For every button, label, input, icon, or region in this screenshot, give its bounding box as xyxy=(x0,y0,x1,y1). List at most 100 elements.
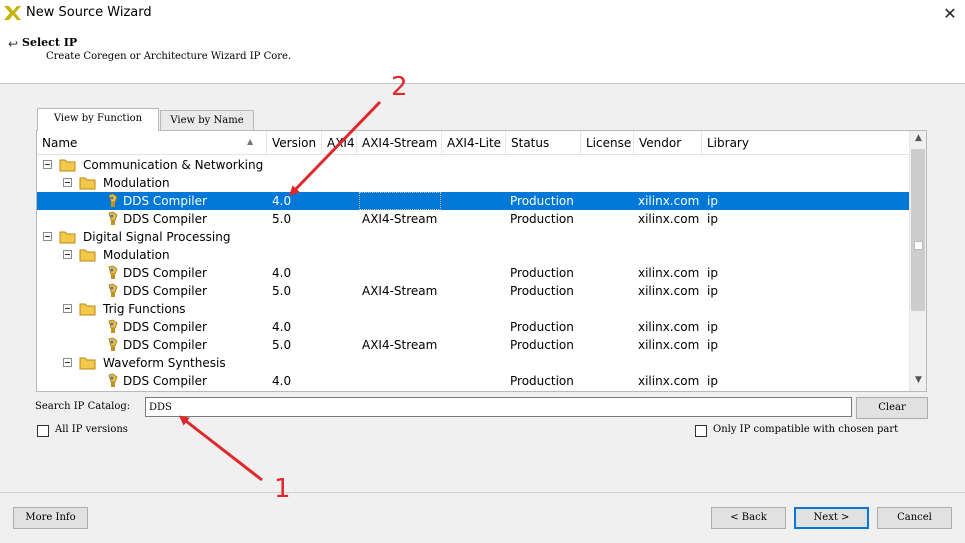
column-header-status[interactable]: Status xyxy=(506,131,581,155)
column-header-vendor[interactable]: Vendor xyxy=(634,131,702,155)
tree-folder-row[interactable]: Digital Signal Processing xyxy=(37,228,909,246)
table-row[interactable]: DDS Compiler 4.0 Production xilinx.com ip xyxy=(37,318,909,336)
table-row[interactable]: DDS Compiler 5.0 AXI4-Stream Production xili… xyxy=(37,210,909,228)
table-row[interactable]: DDS Compiler 5.0 AXI4-Stream Production xili… xyxy=(37,282,909,300)
table-row[interactable]: DDS Compiler 4.0 Production xilinx.com ip xyxy=(37,264,909,282)
cell-version: 4.0 xyxy=(272,374,292,388)
folder-icon xyxy=(79,248,96,262)
cell-name: DDS Compiler xyxy=(123,338,207,352)
table-row[interactable]: DDS Compiler 4.0 Production xilinx.com ip xyxy=(37,192,909,210)
cell-vendor: xilinx.com xyxy=(638,212,700,226)
cell-status: Production xyxy=(510,266,574,280)
cell-name: Waveform Synthesis xyxy=(103,356,226,370)
cancel-button[interactable]: Cancel xyxy=(877,507,952,529)
cell-library: ip xyxy=(707,338,718,352)
column-header-axi4-stream[interactable]: AXI4-Stream xyxy=(357,131,442,155)
tab-view-by-name[interactable]: View by Name xyxy=(160,110,254,130)
table-row[interactable]: DDS Compiler 5.0 AXI4-Stream Production xili… xyxy=(37,336,909,354)
cell-name: DDS Compiler xyxy=(123,374,207,388)
folder-icon xyxy=(79,176,96,190)
annotation-arrow-1 xyxy=(178,415,263,482)
scroll-up-icon[interactable]: ▲ xyxy=(910,133,927,147)
ip-core-icon xyxy=(105,265,121,281)
table-row[interactable]: DDS Compiler 4.0 Production xilinx.com ip xyxy=(37,372,909,390)
cell-status: Production xyxy=(510,320,574,334)
tab-view-by-function[interactable]: View by Function xyxy=(37,108,159,131)
collapse-toggle-icon[interactable] xyxy=(63,178,72,187)
all-ip-versions-checkbox[interactable] xyxy=(37,425,49,437)
cell-library: ip xyxy=(707,266,718,280)
sort-arrow-icon: ▲ xyxy=(247,137,254,146)
wizard-footer: More Info < Back Next > Cancel xyxy=(0,492,965,543)
back-button[interactable]: < Back xyxy=(711,507,786,529)
cell-name: DDS Compiler xyxy=(123,194,207,208)
column-header-library[interactable]: Library xyxy=(702,131,909,155)
cell-version: 5.0 xyxy=(272,284,292,298)
cell-name: DDS Compiler xyxy=(123,266,207,280)
cell-status: Production xyxy=(510,194,574,208)
ip-core-icon xyxy=(105,337,121,353)
cell-name: Digital Signal Processing xyxy=(83,230,231,244)
tree-folder-row[interactable]: Modulation xyxy=(37,174,909,192)
cell-vendor: xilinx.com xyxy=(638,320,700,334)
cell-library: ip xyxy=(707,374,718,388)
cell-name: Modulation xyxy=(103,176,170,190)
page-title: Select IP xyxy=(22,36,78,49)
column-header-license[interactable]: License xyxy=(581,131,634,155)
cell-version: 4.0 xyxy=(272,266,292,280)
column-header-version[interactable]: Version xyxy=(267,131,322,155)
column-header-axi4-lite[interactable]: AXI4-Lite xyxy=(442,131,506,155)
collapse-toggle-icon[interactable] xyxy=(63,304,72,313)
focus-cell-outline xyxy=(359,192,441,210)
cell-version: 5.0 xyxy=(272,338,292,352)
collapse-toggle-icon[interactable] xyxy=(43,160,52,169)
cell-name: DDS Compiler xyxy=(123,320,207,334)
column-header-name[interactable]: Name xyxy=(37,131,267,155)
collapse-toggle-icon[interactable] xyxy=(63,358,72,367)
cell-vendor: xilinx.com xyxy=(638,374,700,388)
ip-core-icon xyxy=(105,211,121,227)
tree-folder-row[interactable]: Waveform Synthesis xyxy=(37,354,909,372)
close-button[interactable]: ✕ xyxy=(935,0,965,28)
column-headers: Name ▲ Version AXI4 AXI4-Stream AXI4-Lit… xyxy=(37,131,909,155)
cell-axi4-stream: AXI4-Stream xyxy=(362,284,438,298)
vertical-scrollbar[interactable]: ▲ ▼ xyxy=(909,131,926,391)
cell-status: Production xyxy=(510,374,574,388)
cell-library: ip xyxy=(707,212,718,226)
compatible-only-checkbox[interactable] xyxy=(695,425,707,437)
next-button[interactable]: Next > xyxy=(794,507,869,529)
cell-library: ip xyxy=(707,194,718,208)
xilinx-logo-icon xyxy=(4,6,21,20)
ip-core-icon xyxy=(105,283,121,299)
tree-folder-row[interactable]: Modulation xyxy=(37,246,909,264)
all-ip-versions-label: All IP versions xyxy=(55,424,128,435)
scrollbar-thumb[interactable] xyxy=(911,149,925,311)
search-input[interactable] xyxy=(145,397,852,417)
ip-core-icon xyxy=(105,319,121,335)
cell-status: Production xyxy=(510,212,574,226)
cell-version: 5.0 xyxy=(272,212,292,226)
title-bar: New Source Wizard ✕ xyxy=(0,0,965,28)
clear-button[interactable]: Clear xyxy=(856,397,928,419)
collapse-toggle-icon[interactable] xyxy=(43,232,52,241)
collapse-toggle-icon[interactable] xyxy=(63,250,72,259)
tree-folder-row[interactable]: Communication & Networking xyxy=(37,156,909,174)
column-header-axi4[interactable]: AXI4 xyxy=(322,131,357,155)
ip-core-icon xyxy=(105,193,121,209)
folder-icon xyxy=(59,158,76,172)
window-title: New Source Wizard xyxy=(26,5,152,20)
cell-axi4-stream: AXI4-Stream xyxy=(362,338,438,352)
cell-axi4-stream: AXI4-Stream xyxy=(362,212,438,226)
cell-name: DDS Compiler xyxy=(123,284,207,298)
ip-tree-table: Name ▲ Version AXI4 AXI4-Stream AXI4-Lit… xyxy=(36,130,927,392)
tree-folder-row[interactable]: Trig Functions xyxy=(37,300,909,318)
cell-version: 4.0 xyxy=(272,320,292,334)
cell-status: Production xyxy=(510,284,574,298)
search-label: Search IP Catalog: xyxy=(35,401,131,412)
cell-name: Trig Functions xyxy=(103,302,186,316)
annotation-number-2: 2 xyxy=(391,72,408,102)
ip-core-icon xyxy=(105,373,121,389)
scroll-down-icon[interactable]: ▼ xyxy=(910,375,927,389)
wizard-header: ↩ Select IP Create Coregen or Architectu… xyxy=(0,28,965,84)
more-info-button[interactable]: More Info xyxy=(13,507,88,529)
